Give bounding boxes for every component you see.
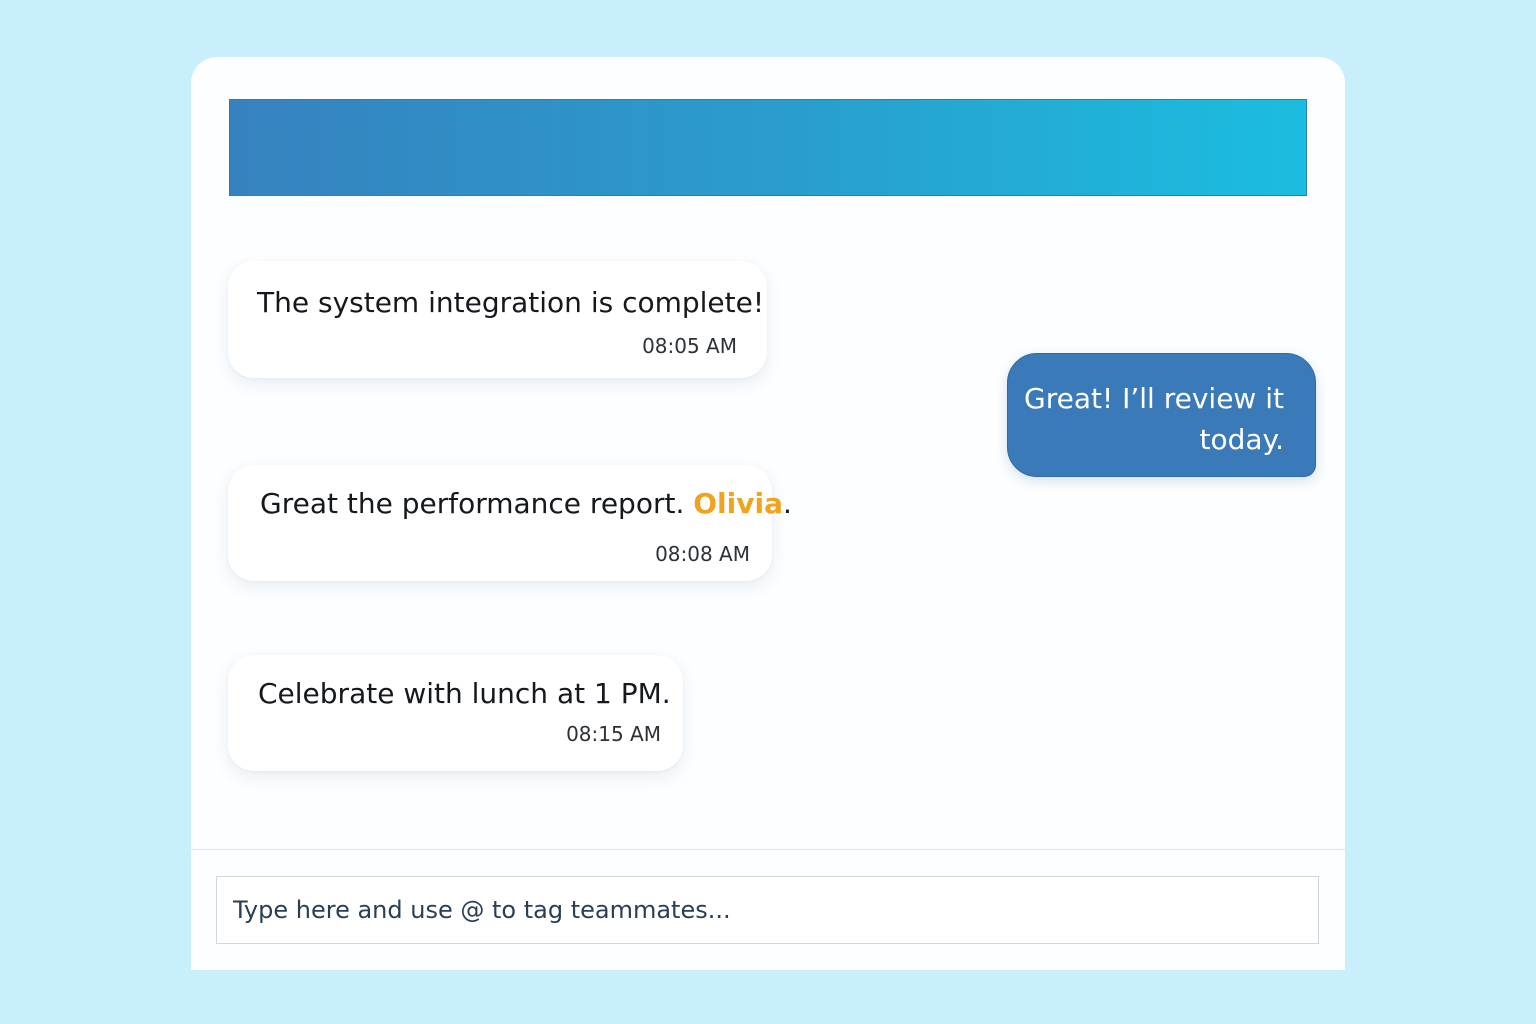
message-text: Great the performance report. Olivia. bbox=[260, 485, 792, 523]
message-timestamp: 08:08 AM bbox=[655, 542, 750, 566]
message-text: Great! I’ll review it today. bbox=[1024, 382, 1284, 456]
message-timestamp: 08:05 AM bbox=[642, 334, 737, 358]
composer-divider bbox=[191, 849, 1345, 850]
message-timestamp: 08:15 AM bbox=[566, 722, 661, 746]
message-bubble-incoming: Celebrate with lunch at 1 PM. 08:15 AM bbox=[228, 655, 683, 771]
message-text-part: Great the performance report. bbox=[260, 487, 694, 520]
chat-header-banner bbox=[229, 99, 1307, 196]
message-bubble-incoming: Great the performance report. Olivia. 08… bbox=[228, 465, 792, 581]
message-input[interactable] bbox=[216, 876, 1319, 944]
message-text: The system integration is complete! bbox=[257, 286, 765, 319]
message-bubble-outgoing: Great! I’ll review it today. bbox=[1007, 353, 1316, 477]
chat-window: The system integration is complete! 08:0… bbox=[191, 57, 1345, 970]
mention-tag[interactable]: Olivia bbox=[693, 487, 783, 520]
message-bubble-incoming: The system integration is complete! 08:0… bbox=[228, 261, 767, 378]
message-text-part: . bbox=[783, 487, 792, 520]
message-text: Celebrate with lunch at 1 PM. bbox=[258, 677, 671, 710]
